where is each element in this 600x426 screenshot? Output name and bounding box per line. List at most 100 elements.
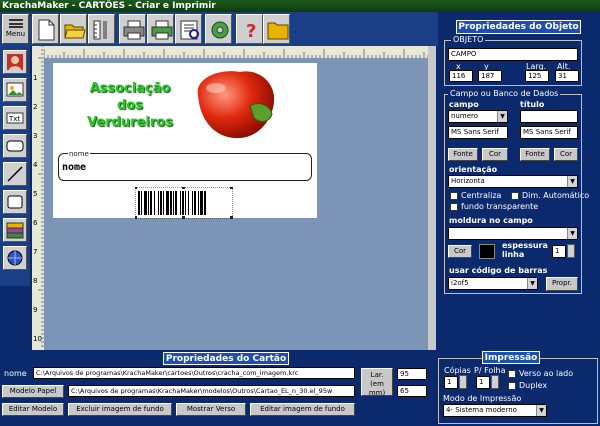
- text-tool-button[interactable]: Txt: [3, 106, 27, 130]
- duplex-checkbox[interactable]: [508, 382, 516, 390]
- rectangle-icon: [7, 195, 23, 209]
- transparent-bg-checkbox[interactable]: [450, 203, 458, 211]
- ruler-tool-button[interactable]: [88, 14, 115, 44]
- shape-tool-button[interactable]: [3, 190, 27, 214]
- print-button[interactable]: [119, 14, 146, 44]
- titulo-font-button[interactable]: Fonte: [520, 148, 550, 161]
- svg-text:Txt: Txt: [8, 115, 20, 123]
- barcode-select[interactable]: i2of5 ▼: [448, 277, 538, 290]
- chevron-down-icon[interactable]: ▼: [497, 111, 507, 122]
- printer-icon: [123, 20, 145, 40]
- object-properties-title: Propriedades do Objeto: [456, 20, 581, 34]
- ruler-label: 4: [33, 161, 38, 169]
- barcode-bar: [154, 191, 155, 215]
- menu-button[interactable]: Menu: [2, 14, 29, 44]
- card-file-input[interactable]: C:\Arquivos de programas\KrachaMaker\car…: [33, 367, 355, 379]
- card-width-input[interactable]: 95: [397, 368, 427, 380]
- dim-auto-checkbox[interactable]: [511, 192, 519, 200]
- chevron-down-icon[interactable]: ▼: [567, 176, 577, 187]
- x-input[interactable]: 116: [449, 70, 473, 82]
- chevron-down-icon[interactable]: ▼: [527, 278, 537, 289]
- object-caption: OBJETO: [451, 35, 486, 44]
- titulo-color-button[interactable]: Cor: [554, 148, 578, 161]
- frame-color-button[interactable]: Cor: [448, 245, 472, 258]
- print-mode-select[interactable]: 4- Sistema moderno ▼: [443, 404, 547, 417]
- barcode-object[interactable]: [135, 187, 233, 219]
- paper-model-input[interactable]: C:\Arquivos de programas\KrachaMaker\mod…: [68, 385, 355, 397]
- barcode-bar: [194, 191, 196, 215]
- globe-icon: [7, 250, 23, 266]
- titulo-label: título: [520, 100, 545, 109]
- pepper-image[interactable]: [190, 66, 280, 144]
- picture-tool-button[interactable]: [3, 78, 27, 102]
- campo-color-button[interactable]: Cor: [482, 148, 508, 161]
- edit-background-button[interactable]: Editar imagem de fundo: [250, 403, 355, 416]
- field-tool-button[interactable]: [3, 134, 27, 158]
- width-height-label: Lar.: [370, 371, 384, 379]
- width-input[interactable]: 125: [525, 70, 549, 82]
- name-field-frame[interactable]: [58, 153, 312, 181]
- copies-label: Cópias: [444, 366, 471, 375]
- line-thickness-spinner[interactable]: [567, 244, 575, 258]
- ruler-label: 3: [33, 132, 37, 140]
- duplex-label: Duplex: [519, 381, 548, 390]
- preview-button[interactable]: [175, 14, 202, 44]
- orientation-select[interactable]: Horizonta ▼: [448, 175, 578, 188]
- ruler-label: 9: [33, 306, 37, 314]
- card-height-input[interactable]: 65: [397, 385, 427, 397]
- barcode-bar: [170, 191, 172, 215]
- barcode-properties-button[interactable]: Propr.: [546, 277, 578, 291]
- frame-color-swatch[interactable]: [479, 244, 495, 259]
- y-input[interactable]: 187: [478, 70, 502, 82]
- main-toolbar: Menu ?: [0, 12, 438, 46]
- help-button[interactable]: ?: [236, 14, 263, 44]
- print-batch-button[interactable]: [147, 14, 174, 44]
- line-icon: [7, 166, 23, 182]
- horizontal-ruler: [44, 46, 436, 58]
- ruler-label: 1: [33, 74, 37, 82]
- image-tool-button[interactable]: [3, 50, 27, 74]
- centraliza-checkbox[interactable]: [450, 192, 458, 200]
- frame-select[interactable]: ▼: [448, 227, 578, 240]
- card-title[interactable]: Associação dos Verdureiros: [70, 80, 190, 131]
- edit-model-button[interactable]: Editar Modelo: [2, 403, 64, 416]
- campo-select[interactable]: numero ▼: [448, 110, 508, 123]
- barcode-bar: [185, 191, 186, 215]
- person-photo-icon: [7, 54, 23, 70]
- unit-label: (em mm): [368, 380, 386, 397]
- frame-label: moldura no campo: [449, 216, 533, 225]
- ruler-label: 2: [33, 103, 37, 111]
- dim-auto-label: Dim. Automático: [522, 191, 590, 200]
- ruler-label: 8: [33, 277, 37, 285]
- rounded-rect-icon: [6, 140, 24, 152]
- per-sheet-spinner[interactable]: [491, 375, 499, 389]
- preview-icon: [180, 20, 199, 40]
- object-name-input[interactable]: CAMPO: [448, 48, 578, 61]
- paper-model-button[interactable]: Modelo Papel: [2, 385, 64, 398]
- vertical-scrollbar[interactable]: [428, 46, 436, 350]
- folder-button[interactable]: [263, 14, 290, 44]
- titulo-input[interactable]: [520, 110, 578, 123]
- centraliza-label: Centraliza: [461, 191, 502, 200]
- folder-open-icon: [64, 24, 86, 39]
- height-input[interactable]: 31: [555, 70, 579, 82]
- copies-spinner[interactable]: [459, 375, 467, 389]
- chevron-down-icon[interactable]: ▼: [567, 228, 577, 239]
- per-sheet-input[interactable]: 1: [476, 376, 490, 389]
- settings-button[interactable]: [205, 14, 232, 44]
- copies-input[interactable]: 1: [444, 376, 458, 389]
- new-file-button[interactable]: [32, 14, 59, 44]
- delete-background-button[interactable]: Excluir imagem de fundo: [68, 403, 172, 416]
- show-back-button[interactable]: Mostrar Verso: [176, 403, 246, 416]
- database-tool-button[interactable]: [3, 246, 27, 270]
- name-field-value[interactable]: nome: [62, 162, 86, 173]
- open-file-button[interactable]: [60, 14, 87, 44]
- ruler-label: 6: [33, 219, 38, 227]
- chevron-down-icon[interactable]: ▼: [536, 405, 546, 416]
- line-thickness-input[interactable]: 1: [552, 245, 566, 258]
- campo-font-button[interactable]: Fonte: [448, 148, 478, 161]
- layers-tool-button[interactable]: [3, 218, 27, 242]
- line-tool-button[interactable]: [3, 162, 27, 186]
- name-field-caption: nome: [68, 150, 90, 158]
- back-side-checkbox[interactable]: [508, 370, 516, 378]
